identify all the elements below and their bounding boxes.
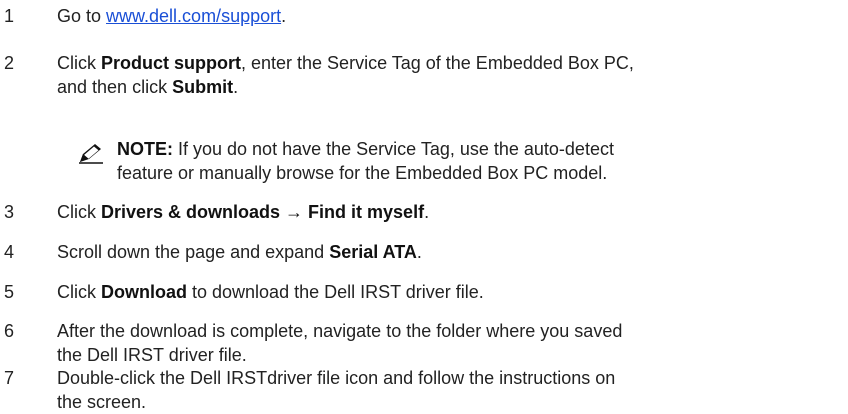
step-text: Double-click the Dell IRSTdriver file ic… xyxy=(57,366,837,414)
ui-term-product-support: Product support xyxy=(101,53,241,73)
ui-term-submit: Submit xyxy=(172,77,234,97)
step-text-part: Scroll down the page and expand xyxy=(57,242,330,262)
dell-support-link[interactable]: www.dell.com/support xyxy=(106,6,281,26)
note-label: NOTE: xyxy=(117,139,173,159)
step-text-part: . xyxy=(424,202,430,222)
note-box: NOTE: If you do not have the Service Tag… xyxy=(117,137,837,185)
note-text: feature or manually browse for the Embed… xyxy=(117,163,608,183)
step-text-part: Click xyxy=(57,53,101,73)
step-text: Scroll down the page and expand Serial A… xyxy=(57,240,837,264)
step-number: 4 xyxy=(4,242,15,262)
step-text-part: , enter the Service Tag of the Embedded … xyxy=(241,53,634,73)
step-text-part: Click xyxy=(57,202,101,222)
step-text-part: Click xyxy=(57,282,101,302)
step-number: 3 xyxy=(4,202,15,222)
step-number: 1 xyxy=(4,6,15,26)
step-number: 5 xyxy=(4,282,15,302)
step-text-line: After the download is complete, navigate… xyxy=(57,321,623,341)
ui-term-serial-ata: Serial ATA xyxy=(329,242,417,262)
step-text-part: Go to xyxy=(57,6,107,26)
instruction-list: 1 Go to www.dell.com/support. 2 Click Pr… xyxy=(0,0,848,412)
step-text-line: Double-click the Dell IRSTdriver file ic… xyxy=(57,368,616,388)
ui-term-download: Download xyxy=(101,282,187,302)
step-text: Click Drivers & downloads → Find it myse… xyxy=(57,200,837,224)
ui-term-drivers-downloads: Drivers & downloads → Find it myself xyxy=(101,202,425,222)
step-number: 6 xyxy=(4,321,15,341)
pencil-note-icon xyxy=(79,144,103,164)
step-text-line: the screen. xyxy=(57,392,147,412)
step-text: Go to www.dell.com/support. xyxy=(57,4,837,28)
note-text: If you do not have the Service Tag, use … xyxy=(173,139,614,159)
step-text-part: to download the Dell IRST driver file. xyxy=(187,282,484,302)
step-text-line: the Dell IRST driver file. xyxy=(57,345,247,365)
step-text-part: . xyxy=(416,242,422,262)
step-text: Click Product support, enter the Service… xyxy=(57,51,837,99)
step-text-part: . xyxy=(281,6,287,26)
step-text-part: and then click xyxy=(57,77,173,97)
step-number: 7 xyxy=(4,368,15,388)
step-number: 2 xyxy=(4,53,15,73)
step-text-part: . xyxy=(233,77,239,97)
step-text: Click Download to download the Dell IRST… xyxy=(57,280,837,304)
step-text: After the download is complete, navigate… xyxy=(57,319,837,367)
